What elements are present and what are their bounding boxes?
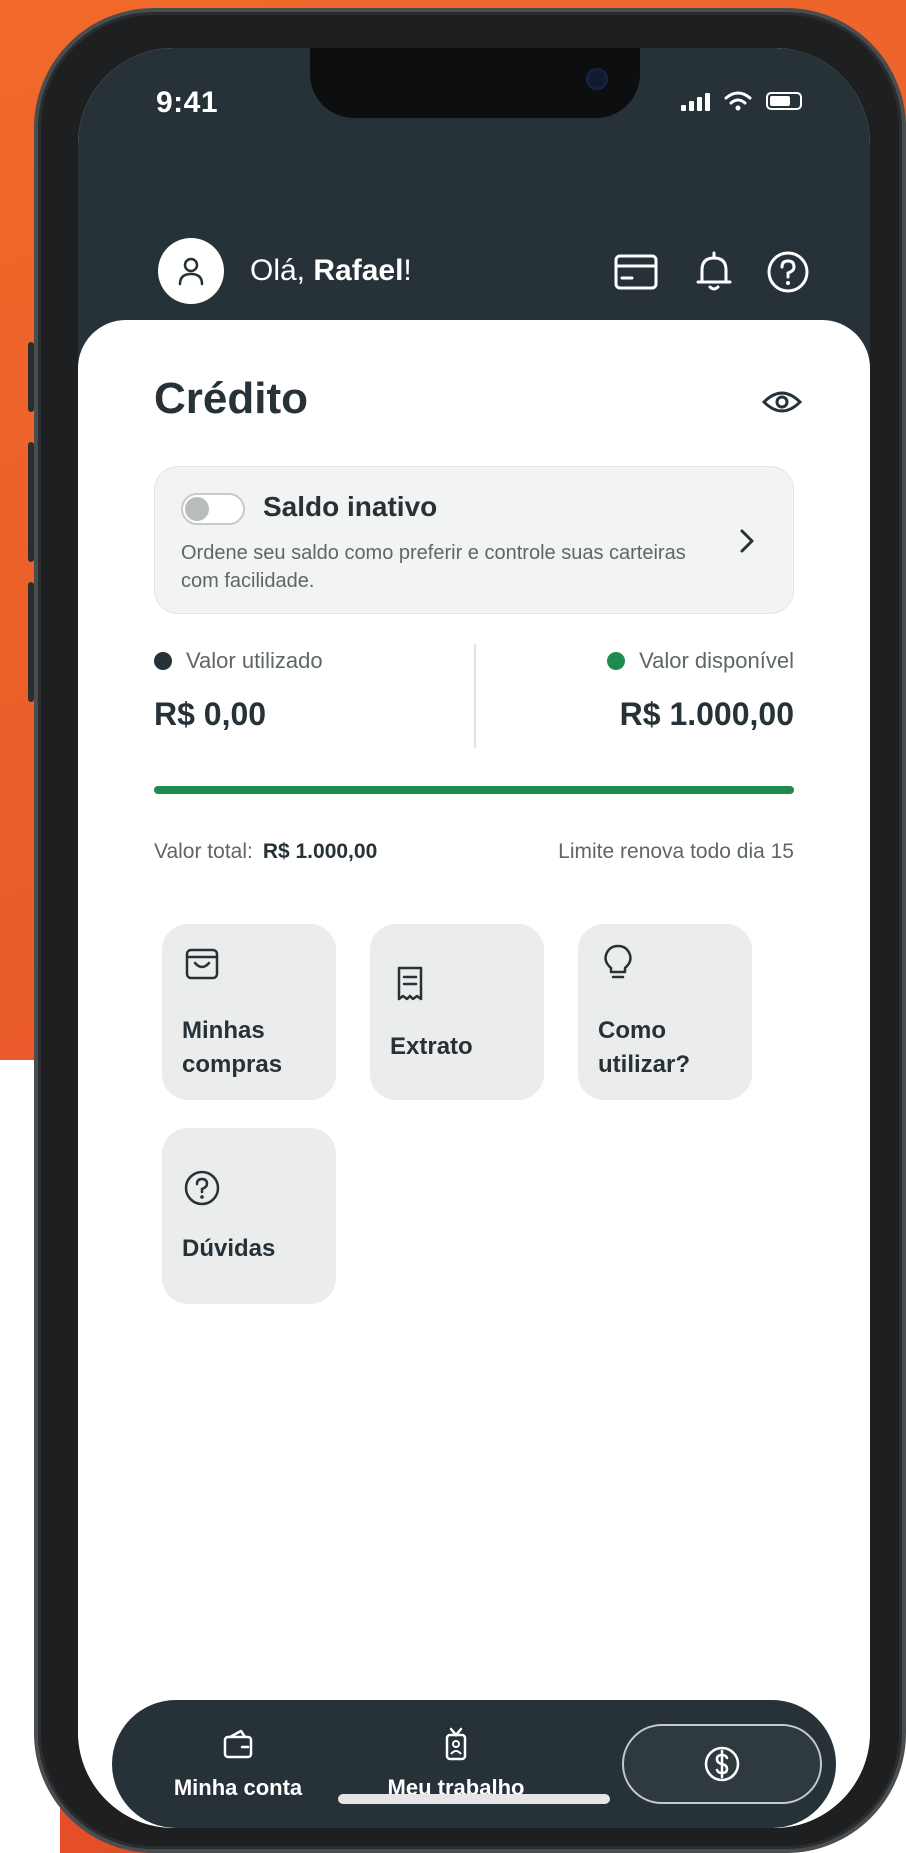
nav-meu-trabalho[interactable]: Meu trabalho [366, 1700, 546, 1828]
question-circle-icon [184, 1170, 220, 1206]
badge-icon [445, 1727, 467, 1761]
tile-label: Como [598, 1017, 666, 1044]
home-indicator [338, 1794, 610, 1804]
total-amount: R$ 1.000,00 [262, 840, 378, 863]
phone-frame: 9:41 Olá, Rafael! Crédito Saldo inativo … [28, 8, 906, 1853]
tile-label: Extrato [390, 1033, 473, 1060]
renew-text: Limite renova todo dia 15 [558, 840, 794, 863]
phone-screen: 9:41 Olá, Rafael! Crédito Saldo inativo … [78, 48, 870, 1828]
tile-como-utilizar[interactable]: Como utilizar? [578, 924, 752, 1100]
bottom-navigation: Minha conta Meu trabalho [112, 1700, 836, 1828]
signal-icon [681, 91, 710, 111]
greeting-prefix: Olá, [250, 254, 314, 287]
tile-minhas-compras[interactable]: Minhas compras [162, 924, 336, 1100]
app-header: Olá, Rafael! [78, 198, 870, 304]
chevron-right-icon [740, 529, 754, 553]
tile-label: Dúvidas [182, 1235, 276, 1262]
saldo-inativo-card[interactable]: Saldo inativo Ordene seu saldo como pref… [154, 466, 794, 614]
tile-extrato[interactable]: Extrato [370, 924, 544, 1100]
used-value: R$ 0,00 [154, 696, 267, 732]
tile-label: utilizar? [598, 1051, 691, 1078]
dollar-circle-icon [704, 1746, 740, 1782]
wifi-icon [724, 91, 752, 111]
phone-side-button [28, 342, 34, 412]
greeting-suffix: ! [403, 254, 412, 287]
credit-content: Crédito Saldo inativo Ordene seu saldo c… [78, 320, 870, 1828]
phone-volume-down-button [28, 582, 34, 702]
credit-progress-bar [154, 786, 794, 794]
wallet-icon [223, 1729, 253, 1759]
shopping-bag-icon [185, 948, 219, 980]
greeting-text: Olá, Rafael! [250, 254, 412, 288]
credit-progress-fill [154, 786, 794, 794]
avatar[interactable] [158, 238, 224, 304]
phone-volume-up-button [28, 442, 34, 562]
help-icon[interactable] [764, 248, 812, 296]
available-label: Valor disponível [639, 648, 794, 673]
user-name: Rafael [313, 254, 404, 287]
user-icon [178, 257, 204, 286]
card-icon[interactable] [612, 248, 660, 296]
values-divider [474, 644, 476, 748]
lightbulb-icon [604, 944, 632, 979]
legend-used: Valor utilizado [154, 648, 323, 674]
available-dot [607, 652, 626, 670]
nav-label: Minha conta [173, 1775, 303, 1800]
bell-icon[interactable] [690, 248, 738, 296]
used-dot [154, 652, 172, 670]
battery-icon [766, 92, 802, 110]
notch [310, 48, 640, 118]
front-camera [586, 68, 608, 90]
saldo-toggle[interactable] [181, 493, 245, 525]
status-time: 9:41 [156, 86, 219, 119]
legend-available: Valor disponível [607, 648, 794, 674]
status-icons [681, 90, 802, 112]
nav-minha-conta[interactable]: Minha conta [148, 1700, 328, 1828]
saldo-title: Saldo inativo [263, 491, 438, 522]
receipt-icon [397, 966, 423, 1001]
used-label: Valor utilizado [186, 648, 323, 673]
tile-label: compras [182, 1051, 283, 1078]
total-value: Valor total: R$ 1.000,00 [154, 840, 377, 864]
total-label: Valor total: [154, 840, 253, 863]
page-title: Crédito [154, 374, 308, 423]
nav-credito-active[interactable] [622, 1724, 822, 1804]
tile-label: Minhas [182, 1017, 265, 1044]
available-value: R$ 1.000,00 [619, 696, 794, 732]
tile-duvidas[interactable]: Dúvidas [162, 1128, 336, 1304]
eye-icon[interactable] [760, 380, 804, 424]
saldo-description: Ordene seu saldo como preferir e control… [181, 542, 686, 592]
